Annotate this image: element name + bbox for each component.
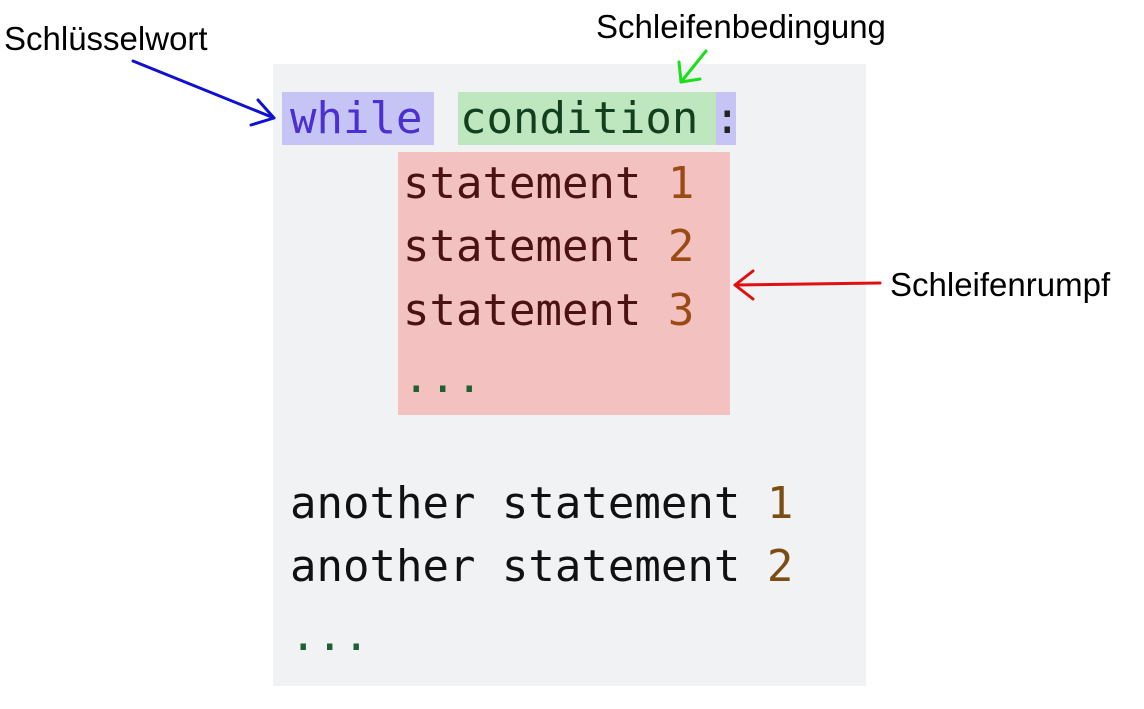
condition-arrow xyxy=(677,49,708,84)
body-arrow xyxy=(733,269,882,301)
keyword-arrow xyxy=(131,59,276,127)
annotation-arrows xyxy=(131,49,882,301)
